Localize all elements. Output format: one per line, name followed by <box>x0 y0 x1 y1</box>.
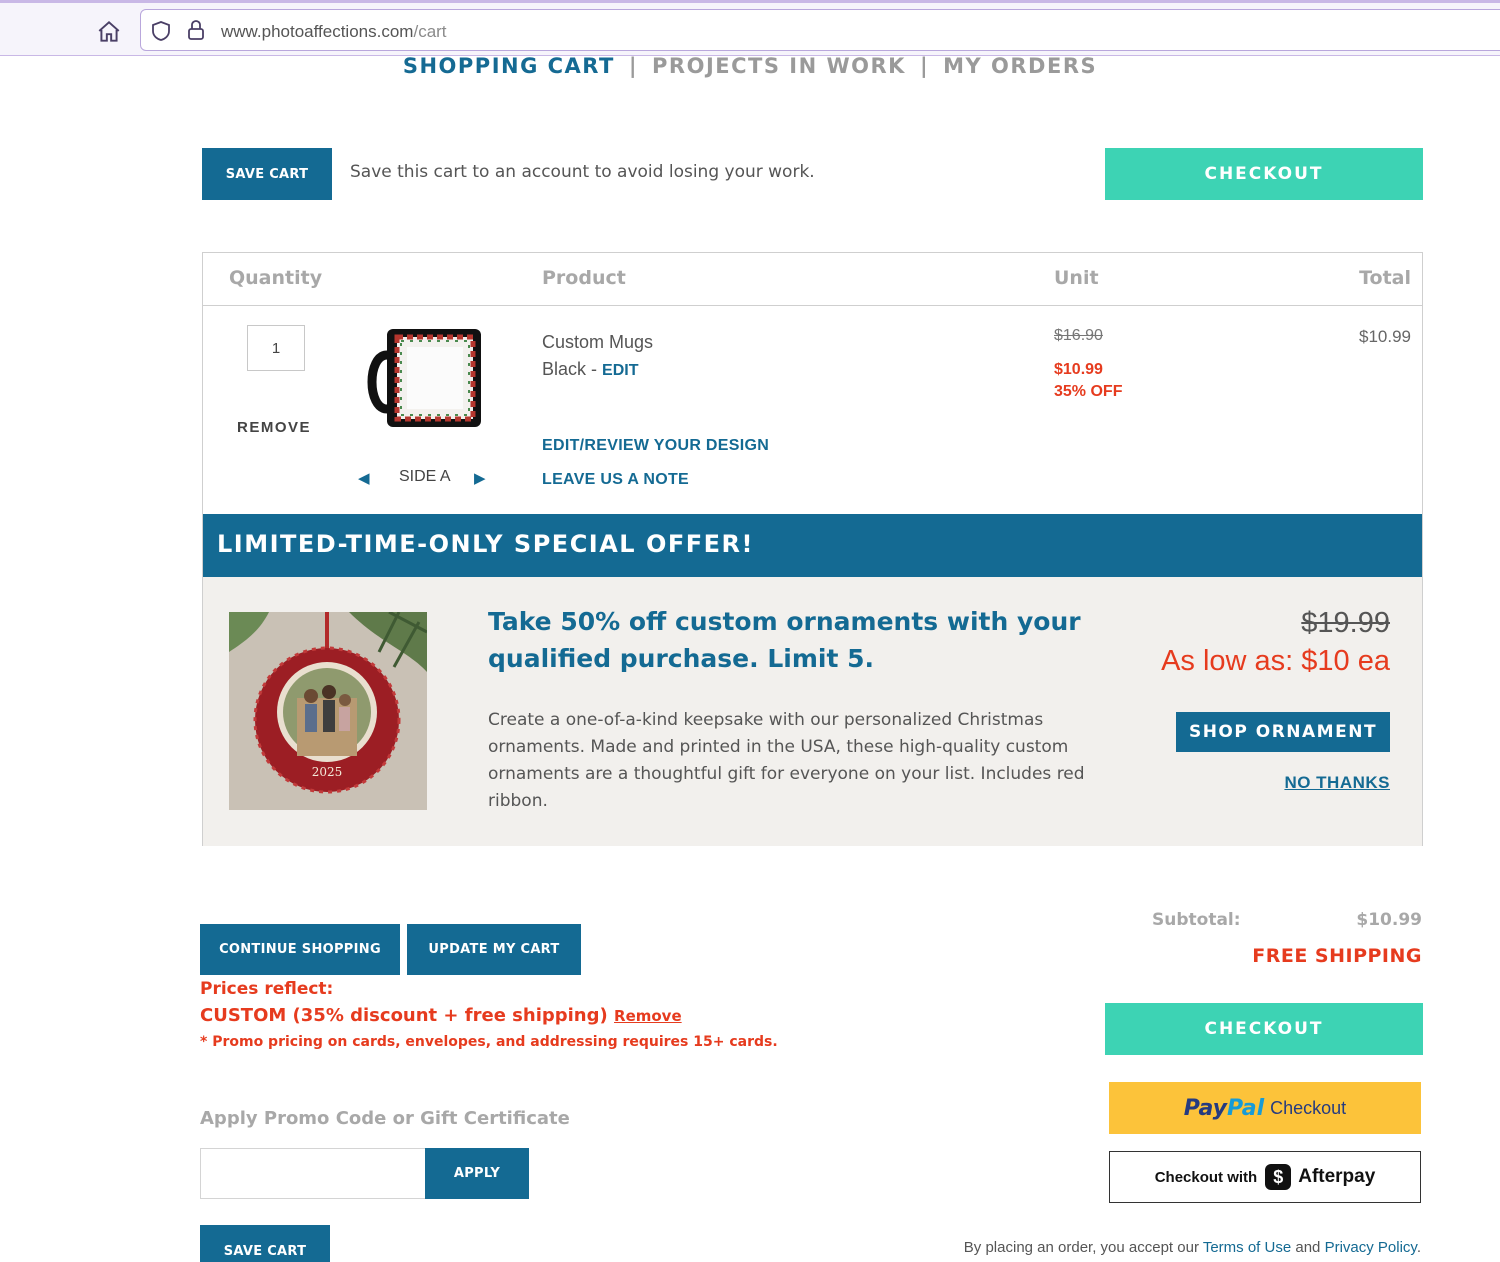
save-cart-message: Save this cart to an account to avoid lo… <box>350 162 815 182</box>
legal-prefix: By placing an order, you accept our <box>963 1239 1203 1256</box>
url-text: www.photoaffections.com/cart <box>221 22 447 42</box>
tab-shopping-cart[interactable]: SHOPPING CART <box>403 54 615 78</box>
previous-side-arrow-icon[interactable]: ◀ <box>358 469 370 487</box>
prices-reflect-label: Prices reflect: <box>200 979 334 999</box>
offer-description: Create a one-of-a-kind keepsake with our… <box>488 710 1085 811</box>
lock-icon[interactable] <box>187 19 205 46</box>
shield-icon[interactable] <box>151 20 171 47</box>
afterpay-prefix: Checkout with <box>1154 1168 1258 1186</box>
shop-ornament-button[interactable]: SHOP ORNAMENT <box>1176 712 1390 752</box>
side-selector: ◀ SIDE A ▶ <box>358 467 493 489</box>
offer-headline: Take 50% off custom ornaments with your … <box>488 607 1081 673</box>
tab-my-orders[interactable]: MY ORDERS <box>943 54 1097 78</box>
legal-suffix: . <box>1416 1239 1421 1256</box>
legal-and: and <box>1291 1239 1325 1256</box>
afterpay-label: Afterpay <box>1298 1166 1376 1187</box>
quantity-input[interactable] <box>247 325 305 371</box>
afterpay-checkout-button[interactable]: Checkout with $ Afterpay <box>1109 1151 1421 1203</box>
continue-shopping-button[interactable]: CONTINUE SHOPPING <box>200 924 400 975</box>
paypal-logo-pal: Pal <box>1227 1095 1265 1121</box>
url-path: /cart <box>413 22 447 41</box>
offer-banner: LIMITED-TIME-ONLY SPECIAL OFFER! <box>203 514 1422 577</box>
address-bar[interactable]: www.photoaffections.com/cart <box>140 9 1500 51</box>
apply-promo-button[interactable]: APPLY <box>425 1148 529 1199</box>
subtotal-label: Subtotal: <box>1152 910 1241 930</box>
home-icon[interactable] <box>96 19 122 45</box>
privacy-link[interactable]: Privacy Policy <box>1325 1239 1417 1256</box>
promo-note: * Promo pricing on cards, envelopes, and… <box>200 1034 778 1050</box>
side-label: SIDE A <box>399 468 451 485</box>
header-unit: Unit <box>1054 267 1099 289</box>
header-total: Total <box>1359 267 1411 289</box>
paypal-checkout-label: Checkout <box>1270 1097 1347 1118</box>
unit-price: $10.99 <box>1054 361 1103 378</box>
checkout-button-bottom[interactable]: CHECKOUT <box>1105 1003 1423 1055</box>
save-cart-button-bottom[interactable]: SAVE CART <box>200 1225 330 1262</box>
product-variant: Black <box>542 359 587 379</box>
cart-table: Quantity Product Unit Total REMOVE ◀ SID… <box>202 252 1423 846</box>
no-thanks-link[interactable]: NO THANKS <box>1284 773 1390 793</box>
checkout-button-top[interactable]: CHECKOUT <box>1105 148 1423 200</box>
nav-separator: | <box>628 54 639 78</box>
update-cart-button[interactable]: UPDATE MY CART <box>407 924 581 975</box>
save-cart-button[interactable]: SAVE CART <box>202 148 332 200</box>
subtotal-value: $10.99 <box>1356 910 1422 930</box>
promo-code-label: Apply Promo Code or Gift Certificate <box>200 1108 570 1129</box>
variant-separator: - <box>586 359 603 379</box>
free-shipping-label: FREE SHIPPING <box>1252 945 1422 967</box>
cart-nav: SHOPPING CART | PROJECTS IN WORK | MY ORDERS <box>0 54 1500 78</box>
leave-note-link[interactable]: LEAVE US A NOTE <box>542 471 689 489</box>
product-info: Custom Mugs Black - EDIT <box>542 329 653 384</box>
nav-separator: | <box>919 54 930 78</box>
paypal-logo-pay: Pay <box>1183 1095 1228 1121</box>
unit-original-price: $16.90 <box>1054 327 1103 344</box>
applied-promo-text: CUSTOM (35% discount + free shipping) <box>200 1005 608 1026</box>
discount-badge: 35% OFF <box>1054 383 1123 400</box>
edit-design-link[interactable]: EDIT/REVIEW YOUR DESIGN <box>542 437 769 455</box>
edit-variant-link[interactable]: EDIT <box>602 362 638 379</box>
terms-link[interactable]: Terms of Use <box>1203 1239 1291 1256</box>
legal-notice: By placing an order, you accept our Term… <box>964 1239 1421 1256</box>
applied-promo: CUSTOM (35% discount + free shipping) Re… <box>200 1000 778 1032</box>
offer-original-price: $19.99 <box>1301 607 1390 639</box>
offer-panel: 2025 Take 50% off custom ornaments with … <box>203 577 1422 846</box>
afterpay-icon: $ <box>1265 1164 1292 1190</box>
promo-code-input[interactable] <box>200 1148 426 1199</box>
line-total: $10.99 <box>1359 327 1411 346</box>
mug-thumbnail[interactable] <box>365 323 485 433</box>
unit-sale-price: $10.99 35% OFF <box>1054 359 1122 403</box>
remove-promo-link[interactable]: Remove <box>614 1007 682 1025</box>
browser-toolbar: www.photoaffections.com/cart <box>0 0 1500 56</box>
remove-item-link[interactable]: REMOVE <box>237 419 311 436</box>
product-name: Custom Mugs <box>542 332 654 352</box>
cart-header: Quantity Product Unit Total <box>203 253 1422 306</box>
header-product: Product <box>542 267 626 289</box>
ornament-image[interactable]: 2025 <box>229 610 428 810</box>
tab-projects-in-work[interactable]: PROJECTS IN WORK <box>652 54 906 78</box>
offer-low-price: As low as: $10 ea <box>1161 645 1390 677</box>
ornament-year: 2025 <box>312 765 343 779</box>
paypal-checkout-button[interactable]: Pay Pal Checkout <box>1109 1082 1421 1134</box>
url-host: www.photoaffections.com <box>221 22 414 41</box>
next-side-arrow-icon[interactable]: ▶ <box>474 469 486 487</box>
promo-summary: Prices reflect: CUSTOM (35% discount + f… <box>200 978 778 1052</box>
header-quantity: Quantity <box>229 267 323 289</box>
product-variant-line: Black - EDIT <box>542 356 653 384</box>
